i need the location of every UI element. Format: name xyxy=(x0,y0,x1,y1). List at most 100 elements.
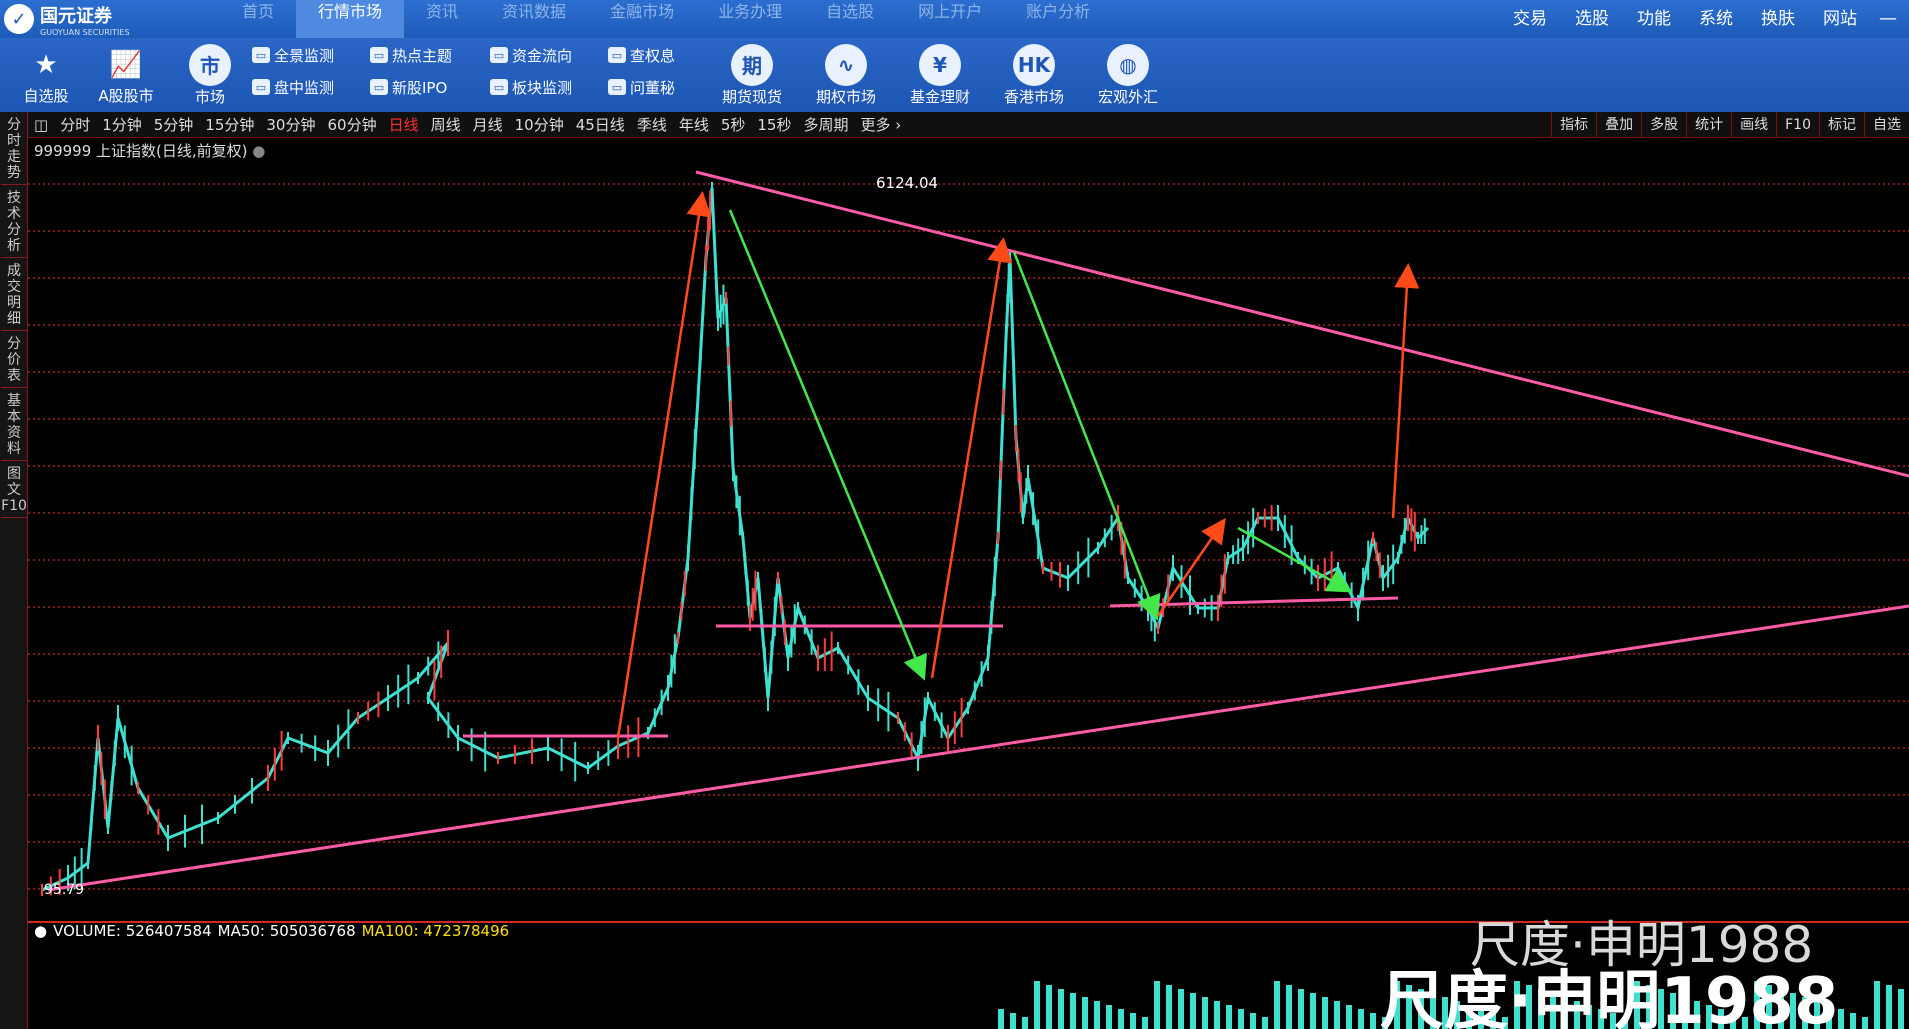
left-tab[interactable]: 基本资料 xyxy=(1,390,27,461)
period-option[interactable]: 日线 xyxy=(383,114,425,135)
volume-bar xyxy=(1178,989,1184,1029)
period-option[interactable]: 10分钟 xyxy=(509,114,570,135)
toolbar-small-button[interactable]: ▭ 资金流向 xyxy=(490,44,572,66)
right-menu-item[interactable]: 选股 xyxy=(1561,0,1623,38)
period-option[interactable]: 更多 › xyxy=(855,114,908,135)
period-option[interactable]: 5分钟 xyxy=(148,114,200,135)
volume-bar xyxy=(1190,993,1196,1029)
toolbar-small-button[interactable]: ▭ 全景监测 xyxy=(252,44,334,66)
left-tab[interactable]: 成交明细 xyxy=(1,260,27,331)
right-menu-item[interactable]: 功能 xyxy=(1623,0,1685,38)
menu-item[interactable]: 账户分析 xyxy=(1004,0,1112,38)
period-option[interactable]: 15分钟 xyxy=(199,114,260,135)
toolbar-button[interactable]: HK 香港市场 xyxy=(994,38,1074,112)
period-option[interactable]: 分时 xyxy=(54,114,96,135)
chart-tool-button[interactable]: 统计 xyxy=(1686,112,1731,138)
menu-item[interactable]: 金融市场 xyxy=(588,0,696,38)
trend-arrow xyxy=(616,191,712,739)
settings-dot-icon[interactable]: ● xyxy=(252,142,265,160)
globe-icon: ◍ xyxy=(1107,43,1149,86)
volume-bar xyxy=(1334,1001,1340,1029)
period-option[interactable]: 季线 xyxy=(631,114,673,135)
chart-tools: 指标 叠加 多股 统计 画线 F10 标记 自选 xyxy=(1551,112,1909,138)
menu-item[interactable]: 资讯 xyxy=(404,0,480,38)
toolbar-button[interactable]: ◍ 宏观外汇 xyxy=(1088,38,1168,112)
toolbar-small-button[interactable]: ▭ 查权息 xyxy=(608,44,675,66)
trend-arrow xyxy=(1391,263,1420,519)
toolbar-button[interactable]: ∿ 期权市场 xyxy=(806,38,886,112)
toolbar-button-label: 香港市场 xyxy=(1003,87,1064,106)
period-option[interactable]: 年线 xyxy=(673,114,715,135)
left-tab[interactable]: 技术分析 xyxy=(1,187,27,258)
chart-tool-button[interactable]: 指标 xyxy=(1551,112,1596,138)
period-option[interactable]: 1分钟 xyxy=(96,114,148,135)
flow-icon: ▭ xyxy=(490,47,508,63)
period-option[interactable]: 60分钟 xyxy=(321,114,382,135)
toolbar-small-button[interactable]: ▭ 新股IPO xyxy=(370,76,452,98)
chart-tool-button[interactable]: 自选 xyxy=(1864,112,1909,138)
period-option[interactable]: 周线 xyxy=(425,114,467,135)
menu-item[interactable]: 业务办理 xyxy=(696,0,804,38)
period-option[interactable]: 30分钟 xyxy=(260,114,321,135)
toolbar-button[interactable]: 市市场 xyxy=(170,38,250,112)
toolbar-button[interactable]: ★ 自选股 xyxy=(6,38,86,112)
dividend-icon: ▭ xyxy=(608,47,626,63)
volume-bar xyxy=(1010,1013,1016,1029)
toolbar-button[interactable]: 📈 A股股市 xyxy=(86,38,166,112)
left-tab[interactable]: 图文F10 xyxy=(1,463,27,518)
period-bar: ◫ 分时 1分钟 5分钟 15分钟 30分钟 60分钟 日线 周线 月线 10分钟 45日线 季线 年线… xyxy=(28,112,1909,138)
logo-subtitle: GUOYUAN SECURITIES xyxy=(40,27,130,37)
volume-bar xyxy=(1034,981,1040,1029)
toolbar-small-button[interactable]: ▭ 热点主题 xyxy=(370,44,452,66)
left-tab[interactable]: 分时走势 xyxy=(1,114,27,185)
volume-bar xyxy=(1310,993,1316,1029)
kline-chart[interactable] xyxy=(28,138,1909,1029)
menu-item[interactable]: 自选股 xyxy=(804,0,896,38)
broker-logo: ✓ 国元证券 GUOYUAN SECURITIES xyxy=(4,0,130,38)
period-toggle-icon[interactable]: ◫ xyxy=(28,116,54,134)
toolbar-small-group: ▭ 热点主题 ▭ 新股IPO xyxy=(370,44,452,98)
menu-item[interactable]: 首页 xyxy=(220,0,296,38)
right-menu-item[interactable]: 系统 xyxy=(1685,0,1747,38)
left-tab[interactable]: 分价表 xyxy=(1,333,27,388)
function-toolbar: ★ 自选股 📈 A股股市市市场 ▭ 全景监测 ▭ 盘中监测 ▭ 热点主题 ▭ 新股IPO ▭ 资金流向 ▭ 板… xyxy=(0,38,1909,112)
volume-icon[interactable]: ● xyxy=(34,922,47,940)
period-option[interactable]: 5秒 xyxy=(715,114,752,135)
toolbar-small-group: ▭ 全景监测 ▭ 盘中监测 xyxy=(252,44,334,98)
toolbar-small-label: 资金流向 xyxy=(512,46,573,65)
menu-item[interactable]: 资讯数据 xyxy=(480,0,588,38)
menu-item[interactable]: 行情市场 xyxy=(296,0,405,38)
toolbar-button[interactable]: 期期货现货 xyxy=(712,38,792,112)
right-menu-item[interactable]: 网站 xyxy=(1809,0,1871,38)
toolbar-small-button[interactable]: ▭ 盘中监测 xyxy=(252,76,334,98)
toolbar-button-label: 期权市场 xyxy=(815,87,876,106)
period-option[interactable]: 多周期 xyxy=(797,114,854,135)
market-icon: 市 xyxy=(189,43,231,86)
chart-tool-button[interactable]: 叠加 xyxy=(1596,112,1641,138)
toolbar-small-button[interactable]: ▭ 板块监测 xyxy=(490,76,572,98)
trend-line xyxy=(695,170,1909,478)
toolbar-small-button[interactable]: ▭ 问董秘 xyxy=(608,76,675,98)
period-option[interactable]: 月线 xyxy=(467,114,509,135)
volume-ma50: MA50: 505036768 xyxy=(217,922,356,940)
volume-bar xyxy=(1322,997,1328,1029)
volume-bar xyxy=(1094,1001,1100,1029)
person-icon: ▭ xyxy=(608,79,626,95)
right-menu-item[interactable]: 换肤 xyxy=(1747,0,1809,38)
minimize-icon[interactable]: — xyxy=(1879,8,1897,29)
chart-tool-button[interactable]: 多股 xyxy=(1641,112,1686,138)
star-icon: ★ xyxy=(34,49,58,80)
toolbar-button[interactable]: ¥ 基金理财 xyxy=(900,38,980,112)
period-option[interactable]: 45日线 xyxy=(570,114,631,135)
chart-tool-button[interactable]: 标记 xyxy=(1819,112,1864,138)
toolbar-small-label: 新股IPO xyxy=(392,78,448,97)
chart-tool-button[interactable]: 画线 xyxy=(1731,112,1776,138)
index-title: 999999 上证指数(日线,前复权) ● xyxy=(34,140,265,161)
right-menu-item[interactable]: 交易 xyxy=(1499,0,1561,38)
period-option[interactable]: 15秒 xyxy=(751,114,797,135)
menu-item[interactable]: 网上开户 xyxy=(896,0,1004,38)
period-list: 分时 1分钟 5分钟 15分钟 30分钟 60分钟 日线 周线 月线 10分钟 45日线 季线 年线 5秒… xyxy=(54,114,907,135)
chart-tool-button[interactable]: F10 xyxy=(1776,112,1819,138)
logo-icon: ✓ xyxy=(4,4,34,34)
toolbar-button-label: A股股市 xyxy=(98,86,154,105)
